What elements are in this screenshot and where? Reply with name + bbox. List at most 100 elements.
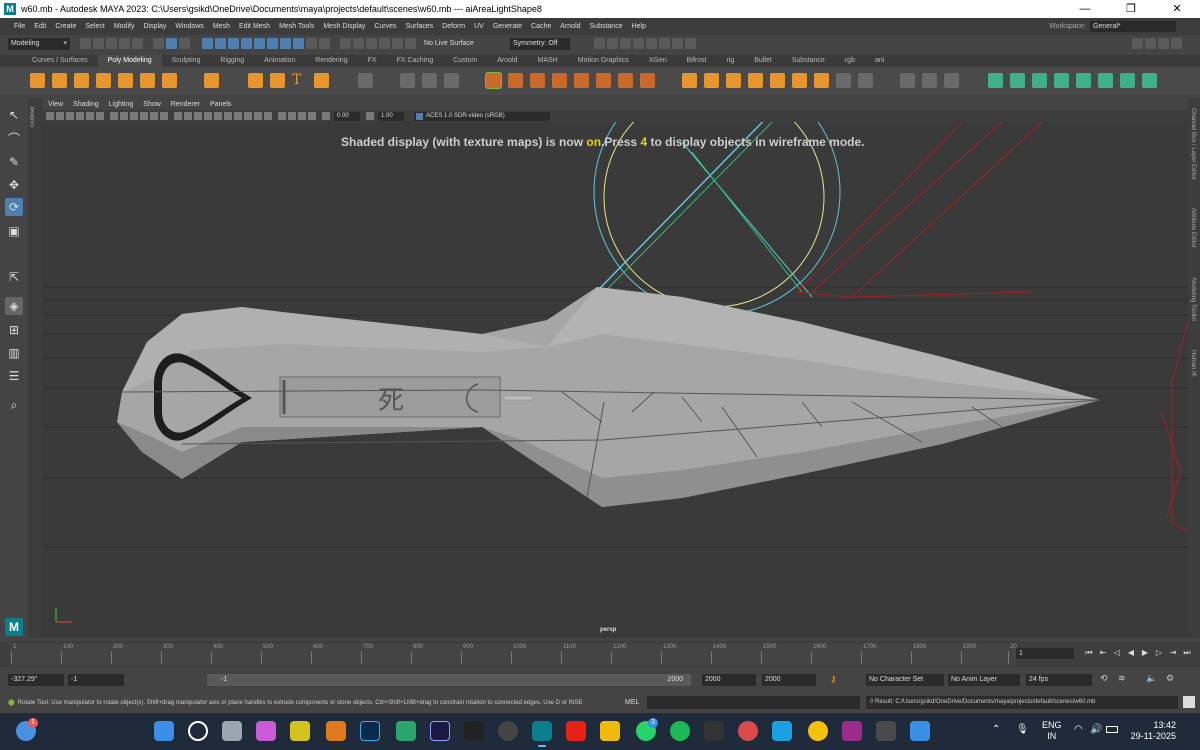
highlight-selection-icon[interactable]	[319, 38, 330, 49]
menu-select[interactable]: Select	[85, 23, 104, 30]
kunai-mesh[interactable]	[117, 287, 1101, 507]
shelf-tab-rgb[interactable]: rgb	[835, 55, 865, 67]
wireframe-icon[interactable]	[174, 112, 182, 120]
script-language-toggle[interactable]: MEL	[625, 699, 639, 706]
outliner-tab[interactable]: Outliner	[28, 98, 42, 638]
menu-mesh-display[interactable]: Mesh Display	[323, 23, 365, 30]
select-by-handle-icon[interactable]	[202, 38, 213, 49]
snap-to-curve-icon[interactable]	[353, 38, 364, 49]
select-component-icon[interactable]	[179, 38, 190, 49]
shelf-tab-ani[interactable]: ani	[865, 55, 894, 67]
2d-pan-zoom-icon[interactable]	[86, 112, 94, 120]
shelf-tab-curves-surfaces[interactable]: Curves / Surfaces	[22, 55, 98, 67]
offset-edge-loop-icon[interactable]	[814, 73, 829, 88]
sweep-mesh-icon[interactable]	[270, 73, 285, 88]
motion-blur-icon[interactable]	[244, 112, 252, 120]
target-weld-icon[interactable]	[704, 73, 719, 88]
volume-icon[interactable]: 🔊	[1090, 724, 1102, 735]
menu-mesh-tools[interactable]: Mesh Tools	[279, 23, 314, 30]
time-slider-track[interactable]: 1 100 200 300 400 500 600 700 800 900 10…	[10, 644, 1017, 666]
attribute-editor-tab[interactable]: Attribute Editor	[1190, 208, 1196, 248]
resolution-gate-icon[interactable]	[130, 112, 138, 120]
menu-substance[interactable]: Substance	[590, 23, 623, 30]
menu-uv[interactable]: UV	[474, 23, 484, 30]
shelf-tab-fx[interactable]: FX	[358, 55, 387, 67]
image-plane-icon[interactable]	[76, 112, 84, 120]
menu-edit[interactable]: Edit	[34, 23, 46, 30]
redo-icon[interactable]	[132, 38, 143, 49]
playback-start-field[interactable]: -327.29°	[8, 674, 64, 686]
shelf-tab-substance[interactable]: Substance	[782, 55, 835, 67]
rotate-tool-icon[interactable]: ⟳	[5, 198, 23, 216]
shelf-tab-rendering[interactable]: Rendering	[305, 55, 357, 67]
perspective-viewport[interactable]: Shaded display (with texture maps) is no…	[42, 122, 1188, 638]
auto-key-icon[interactable]: ⚷	[830, 674, 837, 685]
gate-mask-icon[interactable]	[140, 112, 148, 120]
smooth-icon[interactable]	[444, 73, 459, 88]
exposure-field[interactable]: 0.00	[334, 111, 360, 121]
uv-editor-icon[interactable]	[988, 73, 1003, 88]
connect-icon[interactable]	[726, 73, 741, 88]
shelf-tab-bifrost[interactable]: Bifrost	[677, 55, 717, 67]
select-by-deformer-icon[interactable]	[254, 38, 265, 49]
step-back-key-icon[interactable]: ⇤	[1096, 648, 1110, 658]
separate-icon[interactable]	[422, 73, 437, 88]
gamma-icon[interactable]	[366, 112, 374, 120]
shelf-tab-custom[interactable]: Custom	[443, 55, 487, 67]
isolate-select-icon[interactable]	[278, 112, 286, 120]
menu-deform[interactable]: Deform	[442, 23, 465, 30]
spotify-icon[interactable]	[670, 721, 690, 741]
time-slider[interactable]: 1 100 200 300 400 500 600 700 800 900 10…	[0, 641, 1200, 667]
file-explorer-icon[interactable]	[600, 721, 620, 741]
maximize-icon[interactable]: ❐	[1108, 0, 1154, 18]
mash-network-icon[interactable]	[358, 73, 373, 88]
go-to-start-icon[interactable]: ⏮	[1082, 648, 1096, 658]
start-icon[interactable]	[154, 721, 174, 741]
slide-edge-icon[interactable]	[770, 73, 785, 88]
menu-create[interactable]: Create	[55, 23, 76, 30]
smooth-shade-icon[interactable]	[184, 112, 192, 120]
animation-start-field[interactable]: -1	[68, 674, 124, 686]
move-tool-icon[interactable]: ✥	[5, 176, 23, 194]
open-scene-icon[interactable]	[93, 38, 104, 49]
four-view-layout-icon[interactable]: ⊞	[5, 321, 23, 339]
playback-end-field[interactable]: 2000	[702, 674, 756, 686]
insert-edge-loop-icon[interactable]	[792, 73, 807, 88]
select-by-rendering-icon[interactable]	[280, 38, 291, 49]
modeling-toolkit-tab[interactable]: Modeling Toolkit	[1190, 278, 1196, 321]
youtube-icon[interactable]	[566, 721, 586, 741]
persp-outliner-layout-icon[interactable]: ▥	[5, 344, 23, 362]
toggle-tool-settings-icon[interactable]	[1158, 38, 1169, 49]
select-tool-icon[interactable]: ↖	[5, 106, 23, 124]
screen-space-ao-icon[interactable]	[234, 112, 242, 120]
after-effects-icon[interactable]	[430, 721, 450, 741]
history-icon[interactable]	[405, 38, 416, 49]
maya-home-icon[interactable]: M	[5, 618, 23, 636]
backface-culling-icon[interactable]	[308, 112, 316, 120]
super-shape-icon[interactable]	[248, 73, 263, 88]
shelf-tab-rigging[interactable]: Rigging	[210, 55, 254, 67]
anim-layer-dropdown[interactable]: No Anim Layer	[948, 674, 1020, 686]
panel-menu-shading[interactable]: Shading	[73, 101, 99, 108]
snap-to-point-icon[interactable]	[366, 38, 377, 49]
poly-plane-icon[interactable]	[140, 73, 155, 88]
battery-icon[interactable]	[1106, 726, 1118, 733]
render-frame-icon[interactable]	[607, 38, 618, 49]
exposure-icon[interactable]	[322, 112, 330, 120]
select-camera-icon[interactable]	[46, 112, 54, 120]
edge-icon[interactable]	[396, 721, 416, 741]
app-purple-icon[interactable]	[842, 721, 862, 741]
combine-icon[interactable]	[400, 73, 415, 88]
fps-dropdown[interactable]: 24 fps	[1026, 674, 1092, 686]
input-language[interactable]: ENG IN	[1042, 720, 1062, 742]
cylindrical-map-icon[interactable]	[1032, 73, 1047, 88]
menu-arnold[interactable]: Arnold	[560, 23, 580, 30]
menu-edit-mesh[interactable]: Edit Mesh	[239, 23, 270, 30]
animation-preferences-icon[interactable]: ⚙	[1166, 673, 1174, 684]
sound-icon[interactable]: 🔈	[1146, 673, 1157, 684]
make-live-icon[interactable]	[392, 38, 403, 49]
task-view-icon[interactable]	[222, 721, 242, 741]
select-by-misc-icon[interactable]	[293, 38, 304, 49]
close-icon[interactable]: ✕	[1154, 0, 1200, 18]
select-object-icon[interactable]	[166, 38, 177, 49]
